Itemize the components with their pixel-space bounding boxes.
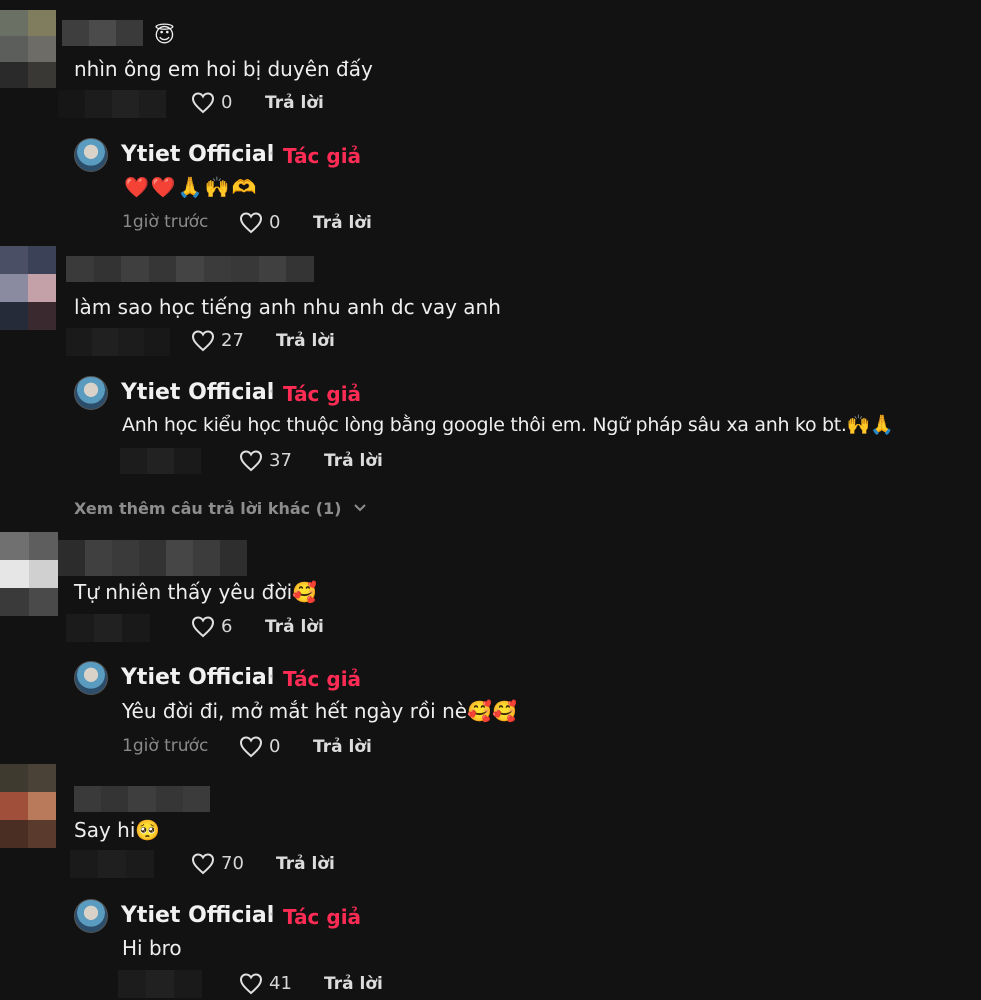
timestamp-blurred (70, 850, 154, 878)
like-icon[interactable] (191, 330, 215, 352)
author-name[interactable]: Ytiet Official (121, 903, 274, 928)
separator-dot: · (268, 380, 275, 405)
avatar[interactable] (0, 10, 56, 88)
like-icon[interactable] (191, 616, 215, 638)
reply-timestamp: 1giờ trước (122, 736, 209, 756)
like-count: 41 (269, 973, 292, 994)
view-more-replies[interactable]: Xem thêm câu trả lời khác (1) (74, 499, 367, 518)
avatar[interactable] (0, 764, 56, 848)
like-icon[interactable] (239, 212, 263, 234)
username-blurred[interactable] (62, 20, 144, 46)
username-emoji: 😇 (154, 23, 175, 47)
reply-text: Anh học kiểu học thuộc lòng bằng google … (122, 414, 894, 436)
separator-dot: · (268, 903, 275, 928)
avatar[interactable] (0, 532, 58, 616)
author-badge: Tác giả (283, 144, 362, 168)
like-count: 70 (221, 853, 244, 874)
comment-text: làm sao học tiếng anh nhu anh dc vay anh (74, 295, 501, 319)
reply-timestamp: 1giờ trước (122, 212, 209, 232)
author-avatar[interactable] (74, 376, 108, 410)
username-blurred[interactable] (58, 540, 248, 576)
author-badge: Tác giả (283, 905, 362, 929)
comment-text: Tự nhiên thấy yêu đời🥰 (74, 580, 318, 604)
timestamp-blurred (58, 90, 168, 118)
like-count: 0 (269, 212, 281, 233)
chevron-down-icon (354, 504, 366, 512)
timestamp-blurred (66, 614, 150, 642)
separator-dot: · (268, 142, 275, 167)
author-name[interactable]: Ytiet Official (121, 142, 274, 167)
avatar[interactable] (0, 246, 56, 330)
like-count: 0 (221, 92, 233, 113)
reply-button[interactable]: Trả lời (276, 331, 335, 351)
reply-text: Yêu đời đi, mở mắt hết ngày rồi nè🥰🥰 (122, 699, 517, 723)
view-more-label: Xem thêm câu trả lời khác (1) (74, 499, 342, 518)
author-avatar[interactable] (74, 899, 108, 933)
like-icon[interactable] (239, 736, 263, 758)
comment-text: nhìn ông em hoi bị duyên đấy (74, 57, 373, 81)
separator-dot: · (268, 665, 275, 690)
timestamp-blurred (66, 328, 170, 356)
reply-text: ❤️❤️🙏🙌🫶 (124, 175, 259, 199)
author-name[interactable]: Ytiet Official (121, 665, 274, 690)
comment-text: Say hi🥺 (74, 818, 161, 842)
reply-button[interactable]: Trả lời (265, 617, 324, 637)
like-icon[interactable] (239, 973, 263, 995)
reply-button[interactable]: Trả lời (276, 854, 335, 874)
author-name[interactable]: Ytiet Official (121, 380, 274, 405)
like-count: 37 (269, 450, 292, 471)
author-avatar[interactable] (74, 138, 108, 172)
like-icon[interactable] (191, 853, 215, 875)
reply-button[interactable]: Trả lời (324, 451, 383, 471)
author-avatar[interactable] (74, 661, 108, 695)
reply-button[interactable]: Trả lời (265, 93, 324, 113)
like-count: 27 (221, 330, 244, 351)
reply-button[interactable]: Trả lời (324, 974, 383, 994)
timestamp-blurred (118, 970, 202, 998)
like-count: 6 (221, 616, 233, 637)
reply-button[interactable]: Trả lời (313, 737, 372, 757)
timestamp-blurred (120, 448, 202, 474)
author-badge: Tác giả (283, 382, 362, 406)
reply-button[interactable]: Trả lời (313, 213, 372, 233)
like-icon[interactable] (191, 92, 215, 114)
username-blurred[interactable] (74, 786, 210, 812)
like-count: 0 (269, 736, 281, 757)
like-icon[interactable] (239, 450, 263, 472)
author-badge: Tác giả (283, 667, 362, 691)
reply-text: Hi bro (122, 936, 182, 960)
username-blurred[interactable] (66, 256, 314, 282)
